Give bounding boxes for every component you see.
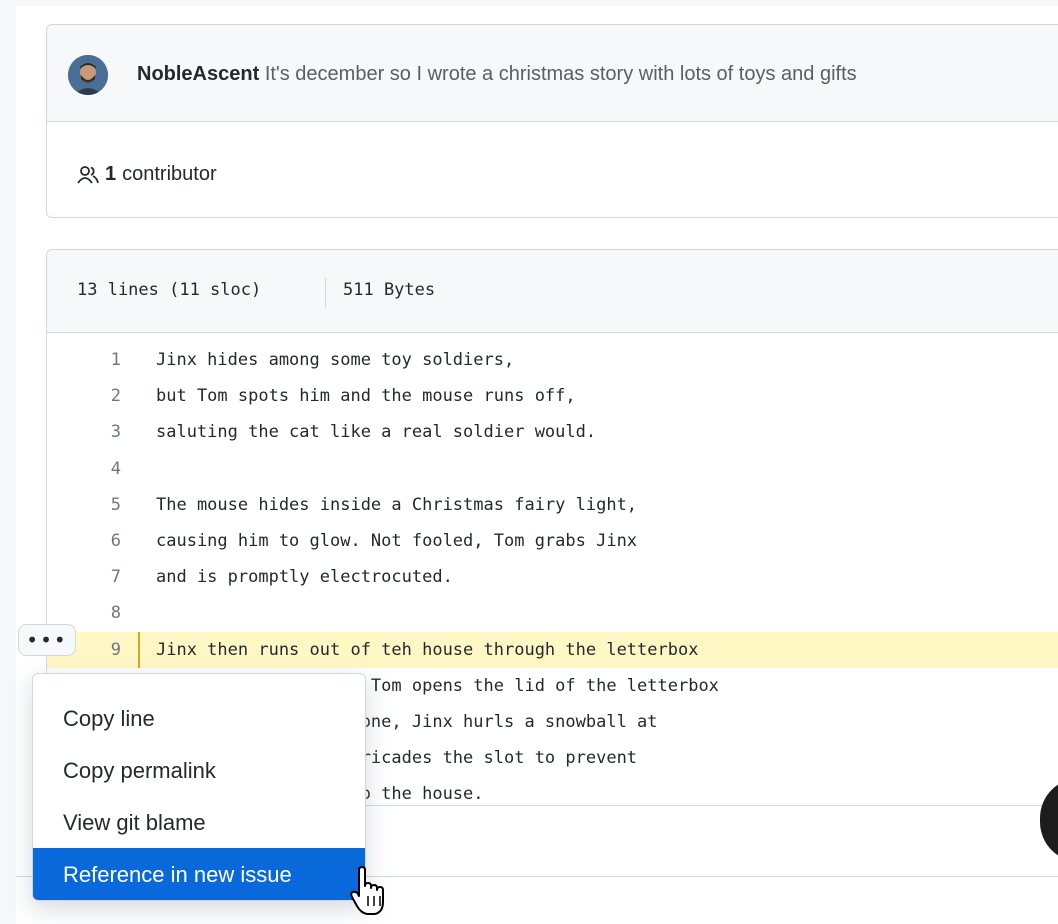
code-line-highlighted: 9 Jinx then runs out of teh house through… <box>47 631 1058 668</box>
code-line: 2 but Tom spots him and the mouse runs of… <box>47 378 1058 414</box>
contributors-link[interactable]: 1 contributor <box>77 163 217 186</box>
line-number[interactable]: 2 <box>47 386 121 406</box>
line-content: causing him to glow. Not fooled, Tom gra… <box>156 530 638 551</box>
line-number[interactable]: 4 <box>47 459 121 479</box>
line-content: The mouse hides inside a Christmas fairy… <box>156 494 638 515</box>
header-divider <box>325 278 326 308</box>
menu-item-label: Copy line <box>63 706 155 731</box>
menu-item-copy-permalink[interactable]: Copy permalink <box>33 744 365 796</box>
code-line: 7 and is promptly electrocuted. <box>47 559 1058 595</box>
menu-item-label: View git blame <box>63 810 206 835</box>
page: NobleAscent It's december so I wrote a c… <box>16 6 1058 924</box>
line-content: Jinx then runs out of teh house through … <box>156 639 699 660</box>
commit-author-link[interactable]: NobleAscent <box>137 63 259 85</box>
code-line: 4 <box>47 451 1058 487</box>
line-number[interactable]: 6 <box>47 531 121 551</box>
line-number[interactable]: 7 <box>47 567 121 587</box>
code-line: 3 saluting the cat like a real soldier wo… <box>47 414 1058 450</box>
code-line: 5 The mouse hides inside a Christmas fair… <box>47 487 1058 523</box>
latest-commit-box: NobleAscent It's december so I wrote a c… <box>46 24 1058 218</box>
commit-message-link[interactable]: It's december so I wrote a christmas sto… <box>265 63 857 85</box>
menu-item-label: Reference in new issue <box>63 862 292 887</box>
code-line: 1 Jinx hides among some toy soldiers, <box>47 342 1058 378</box>
line-actions-button[interactable]: ••• <box>18 624 76 656</box>
user-avatar[interactable] <box>68 55 108 95</box>
line-content: but Tom spots him and the mouse runs off… <box>156 386 576 407</box>
menu-item-reference-in-new-issue[interactable]: Reference in new issue <box>33 848 365 900</box>
commit-summary: NobleAscent It's december so I wrote a c… <box>137 63 857 86</box>
menu-item-label: Copy permalink <box>63 758 216 783</box>
menu-item-copy-line[interactable]: Copy line <box>33 692 365 744</box>
file-size: 511 Bytes <box>343 280 436 300</box>
file-lines-info: 13 lines (11 sloc) <box>77 280 262 300</box>
contributor-label: contributor <box>122 163 217 185</box>
line-number[interactable]: 3 <box>47 422 121 442</box>
line-number[interactable]: 8 <box>47 603 121 623</box>
code-line: 6 causing him to glow. Not fooled, Tom gr… <box>47 523 1058 559</box>
line-number[interactable]: 1 <box>47 350 121 370</box>
line-content: and is promptly electrocuted. <box>156 567 453 588</box>
line-actions-menu: Copy line Copy permalink View git blame … <box>32 673 366 901</box>
hand-cursor-icon <box>350 866 384 915</box>
contributor-count: 1 <box>105 163 117 185</box>
file-header: 13 lines (11 sloc) 511 Bytes <box>47 250 1058 333</box>
line-number[interactable]: 5 <box>47 495 121 515</box>
code-line: 8 <box>47 595 1058 631</box>
commit-row: NobleAscent It's december so I wrote a c… <box>47 25 1058 122</box>
line-content: saluting the cat like a real soldier wou… <box>156 422 597 443</box>
people-icon <box>77 165 99 184</box>
line-content: Jinx hides among some toy soldiers, <box>156 350 515 370</box>
menu-item-view-git-blame[interactable]: View git blame <box>33 796 365 848</box>
